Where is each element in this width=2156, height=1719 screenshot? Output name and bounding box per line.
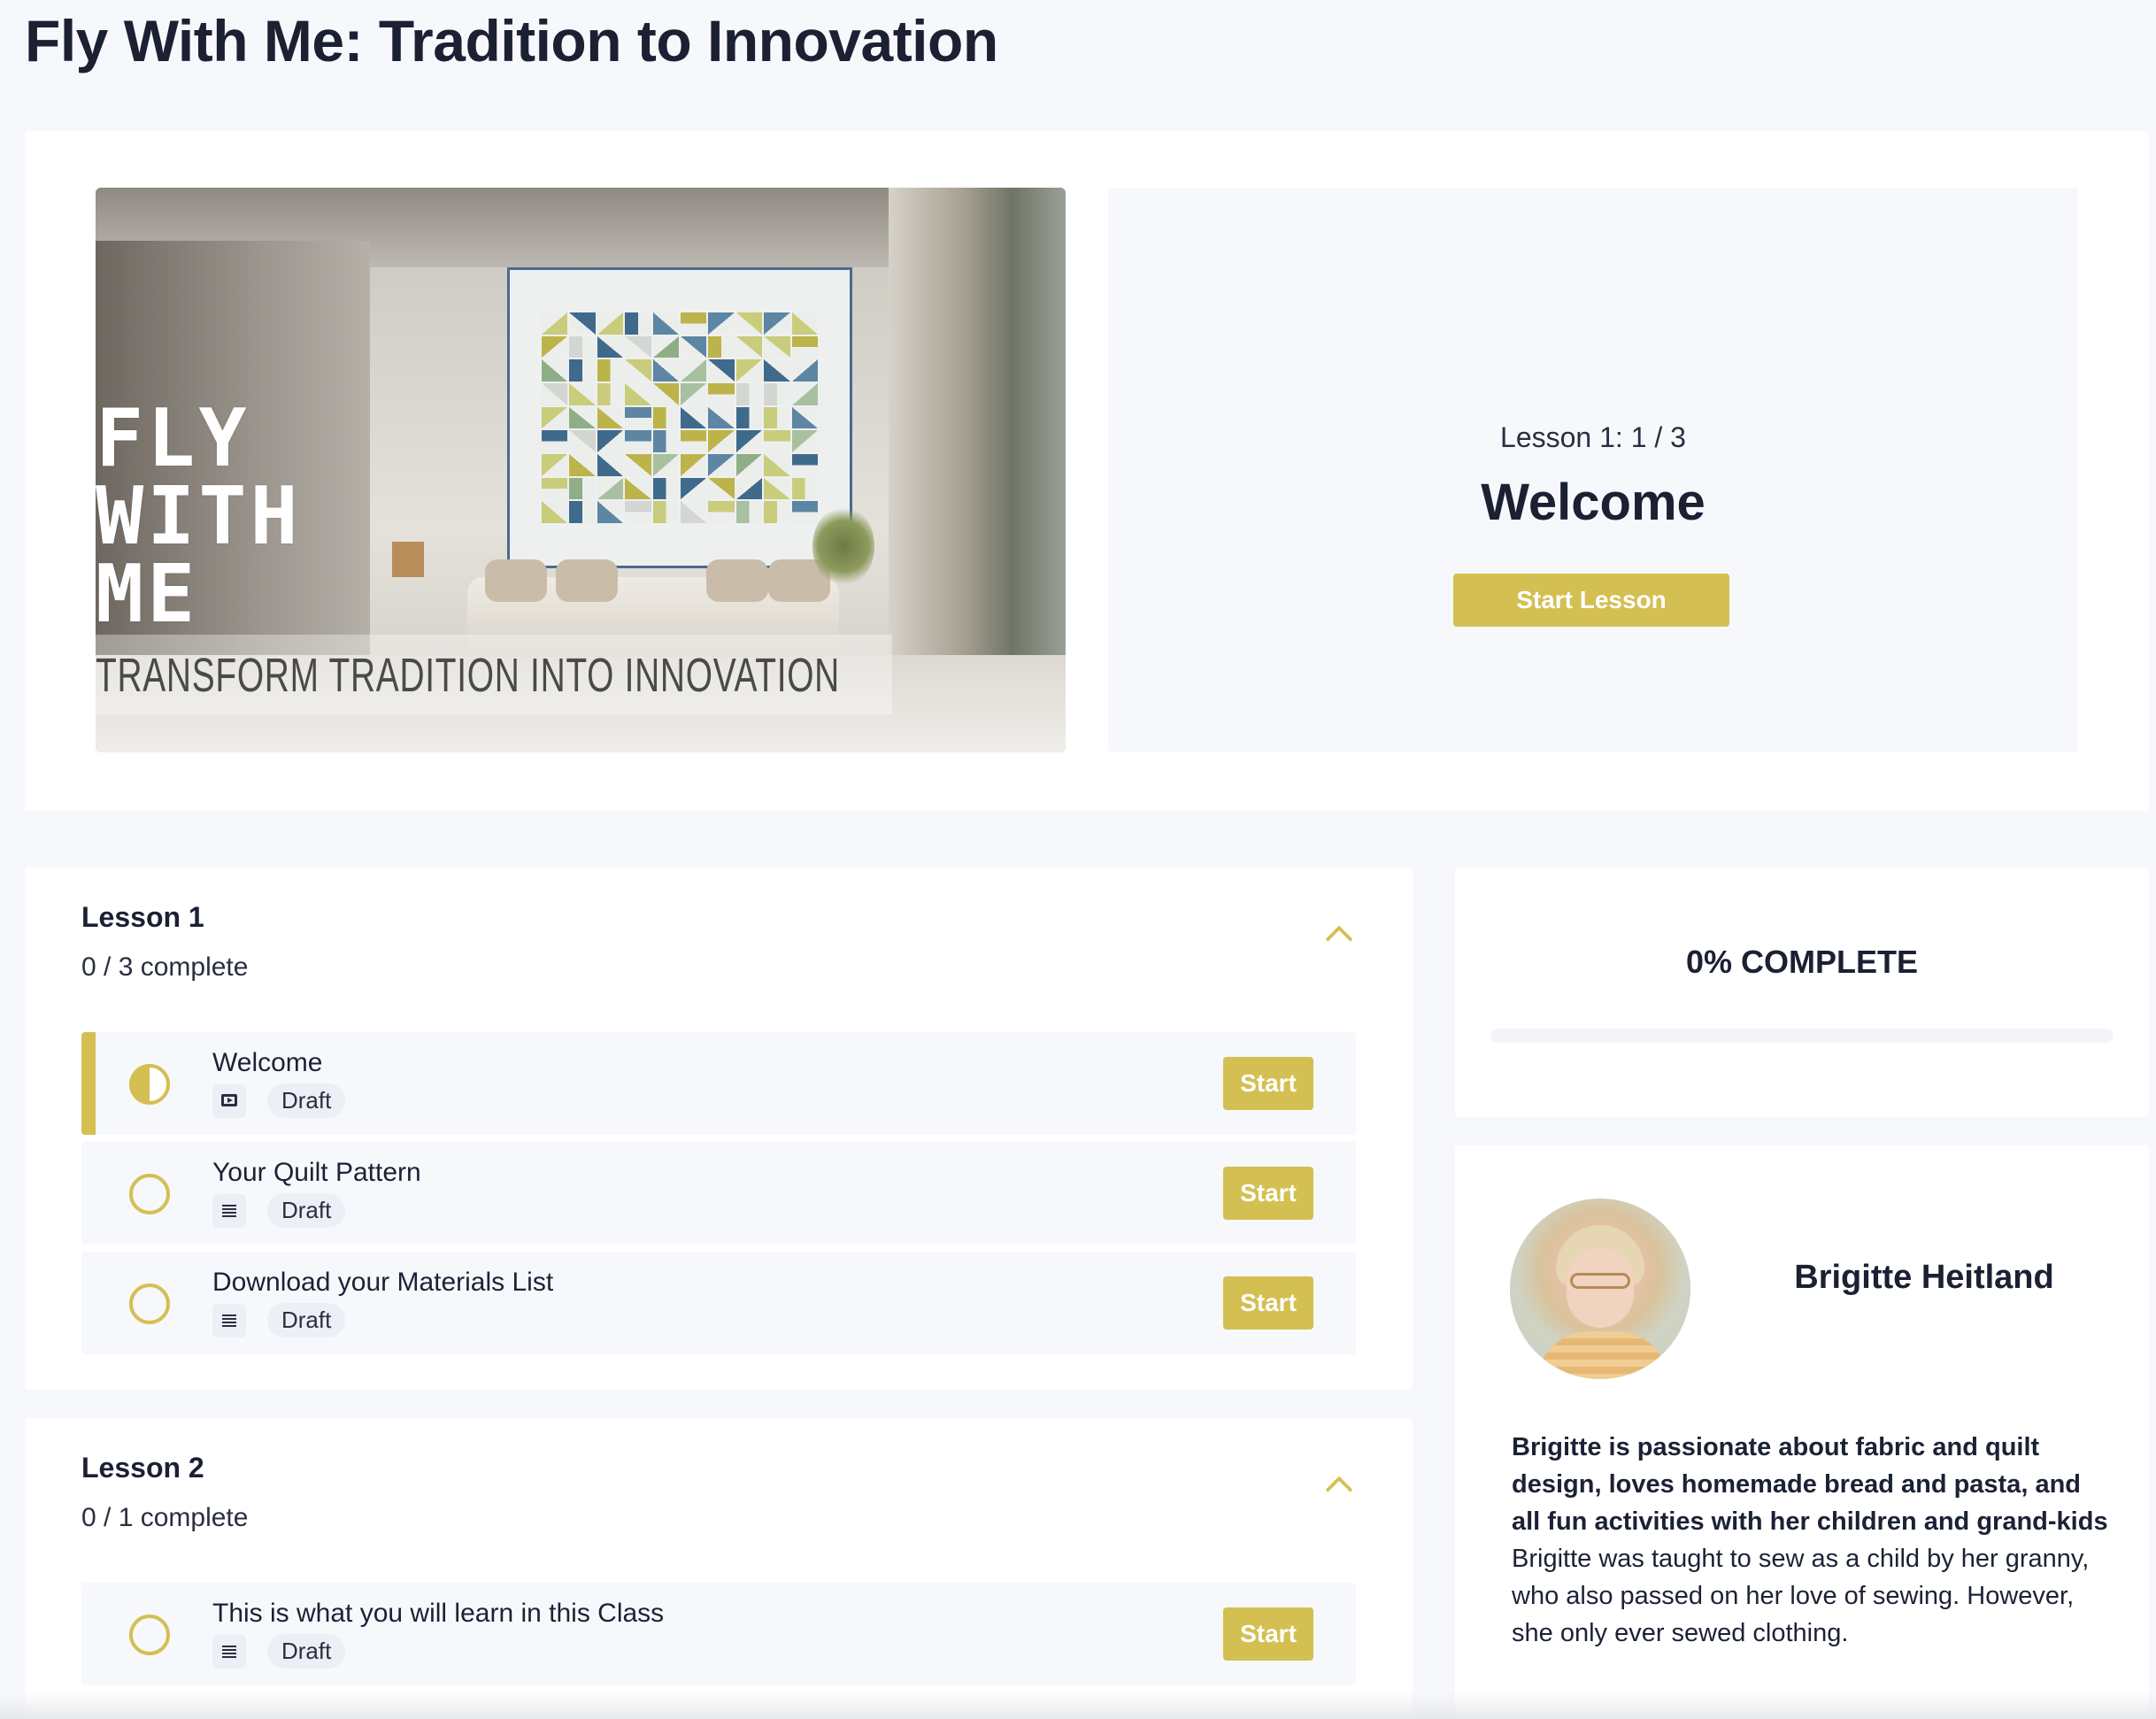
lesson-heading: Lesson 2 bbox=[81, 1452, 204, 1484]
lesson-section: Lesson 2 0 / 1 complete This is what you… bbox=[25, 1418, 1413, 1719]
status-badge: Draft bbox=[267, 1634, 346, 1669]
lesson-item-title: Welcome bbox=[212, 1048, 323, 1077]
start-lesson-button[interactable]: Start Lesson bbox=[1453, 574, 1729, 627]
lesson-item[interactable]: Your Quilt Pattern Draft Start bbox=[81, 1142, 1356, 1245]
lesson-item[interactable]: This is what you will learn in this Clas… bbox=[81, 1583, 1356, 1685]
start-button[interactable]: Start bbox=[1223, 1167, 1313, 1220]
lesson-item-title: Download your Materials List bbox=[212, 1268, 554, 1297]
quilt-artwork bbox=[507, 267, 852, 568]
lesson-item-title: This is what you will learn in this Clas… bbox=[212, 1599, 665, 1628]
page-title: Fly With Me: Tradition to Innovation bbox=[25, 8, 998, 73]
lesson-progress: 0 / 1 complete bbox=[81, 1503, 249, 1532]
chevron-up-icon[interactable] bbox=[1325, 1476, 1353, 1504]
avatar bbox=[1510, 1199, 1690, 1379]
progress-bar bbox=[1490, 1029, 2114, 1043]
next-lesson-panel: Lesson 1: 1 / 3 Welcome Start Lesson bbox=[1108, 188, 2078, 752]
video-icon bbox=[212, 1083, 246, 1118]
lesson-heading: Lesson 1 bbox=[81, 901, 204, 933]
start-button[interactable]: Start bbox=[1223, 1607, 1313, 1661]
scroll-fade bbox=[0, 1692, 2156, 1719]
chevron-up-icon[interactable] bbox=[1325, 925, 1353, 953]
lesson-section: Lesson 1 0 / 3 complete Welcome Draft St… bbox=[25, 867, 1413, 1390]
status-badge: Draft bbox=[267, 1303, 346, 1337]
half-progress-icon bbox=[129, 1064, 170, 1105]
lesson-item[interactable]: Welcome Draft Start bbox=[81, 1032, 1356, 1135]
lesson-progress: 0 / 3 complete bbox=[81, 952, 249, 982]
instructor-card: Brigitte Heitland Brigitte is passionate… bbox=[1455, 1145, 2149, 1719]
status-badge: Draft bbox=[267, 1193, 346, 1228]
instructor-bio-highlight: Brigitte is passionate about fabric and … bbox=[1512, 1433, 2108, 1536]
text-icon bbox=[212, 1634, 246, 1669]
lesson-counter: Lesson 1: 1 / 3 bbox=[1500, 421, 1686, 453]
cover-title: FLY WITH ME bbox=[96, 392, 302, 641]
course-progress-card: 0% COMPLETE bbox=[1455, 867, 2149, 1117]
empty-circle-icon bbox=[129, 1283, 170, 1324]
empty-circle-icon bbox=[129, 1615, 170, 1655]
instructor-bio-text: Brigitte was taught to sew as a child by… bbox=[1512, 1545, 2090, 1647]
start-button[interactable]: Start bbox=[1223, 1276, 1313, 1330]
text-icon bbox=[212, 1193, 246, 1228]
course-cover-image: FLY WITH ME TRANSFORM TRADITION INTO INN… bbox=[96, 188, 1066, 752]
status-badge: Draft bbox=[267, 1083, 346, 1118]
progress-label: 0% COMPLETE bbox=[1685, 944, 1919, 980]
cover-tagline: TRANSFORM TRADITION INTO INNOVATION bbox=[96, 649, 840, 702]
hero-section: FLY WITH ME TRANSFORM TRADITION INTO INN… bbox=[25, 131, 2149, 811]
text-icon bbox=[212, 1303, 246, 1337]
start-button[interactable]: Start bbox=[1223, 1057, 1313, 1110]
instructor-bio: Brigitte is passionate about fabric and … bbox=[1512, 1429, 2114, 1652]
lesson-item[interactable]: Download your Materials List Draft Start bbox=[81, 1252, 1356, 1354]
instructor-name: Brigitte Heitland bbox=[1794, 1259, 2054, 1296]
next-lesson-title: Welcome bbox=[1481, 474, 1706, 531]
lesson-item-title: Your Quilt Pattern bbox=[212, 1158, 421, 1187]
empty-circle-icon bbox=[129, 1174, 170, 1214]
